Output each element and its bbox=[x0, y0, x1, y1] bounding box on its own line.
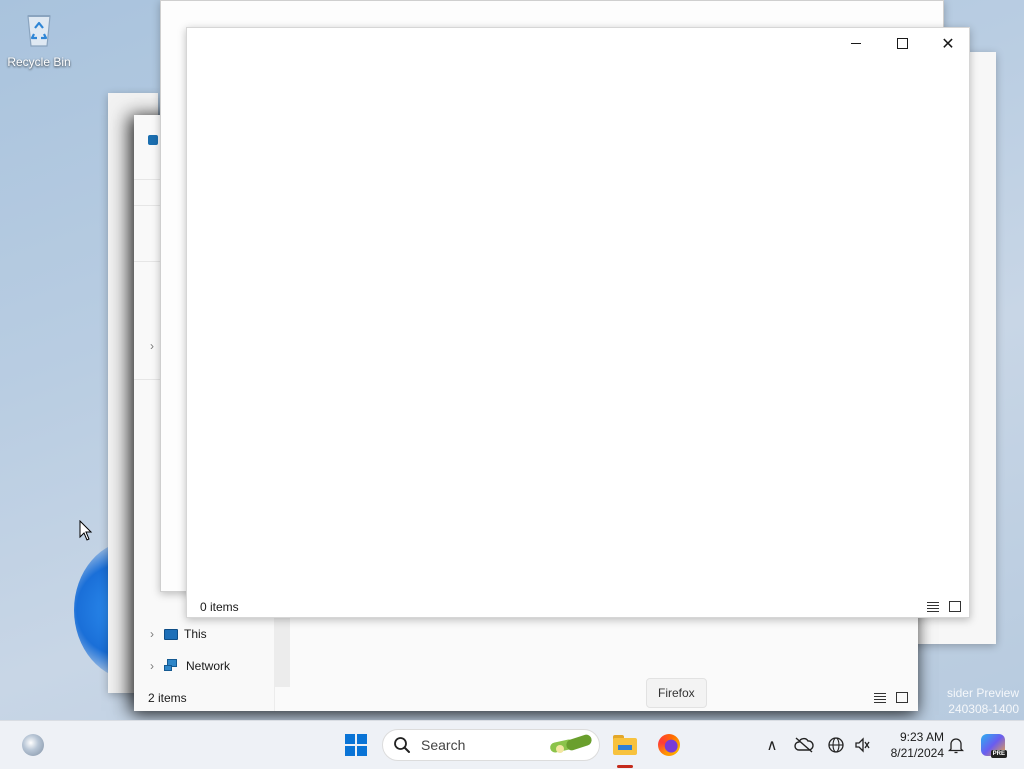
minimize-button[interactable] bbox=[833, 28, 879, 58]
copilot-icon: PRE bbox=[981, 734, 1007, 758]
details-view-icon[interactable] bbox=[927, 601, 939, 612]
close-icon: ✕ bbox=[941, 33, 955, 53]
recycle-bin-shortcut[interactable]: Recycle Bin bbox=[4, 8, 74, 69]
network-icon bbox=[164, 659, 180, 673]
maximize-button[interactable] bbox=[879, 28, 925, 58]
network-status-icon[interactable] bbox=[826, 735, 846, 755]
firefox-icon bbox=[658, 734, 680, 756]
show-hidden-icons-button[interactable]: ∧ bbox=[762, 735, 782, 755]
notifications-button[interactable] bbox=[946, 735, 966, 755]
firefox-tooltip: Firefox bbox=[646, 678, 707, 708]
start-button[interactable] bbox=[338, 727, 374, 763]
nav-item-label: This bbox=[184, 627, 207, 641]
view-toggle-group bbox=[927, 601, 961, 612]
chevron-right-icon[interactable]: › bbox=[146, 627, 158, 641]
file-explorer-icon bbox=[613, 735, 637, 755]
clock-time: 9:23 AM bbox=[899, 730, 944, 744]
scrollbar-thumb[interactable] bbox=[274, 615, 290, 687]
search-icon bbox=[394, 737, 410, 753]
bell-icon bbox=[948, 738, 964, 754]
volume-icon[interactable] bbox=[852, 735, 872, 755]
recycle-bin-label: Recycle Bin bbox=[7, 55, 71, 69]
build-watermark-line2: 240308-1400 bbox=[948, 702, 1019, 716]
recycle-bin-icon bbox=[27, 15, 51, 47]
search-highlight-icon bbox=[548, 733, 594, 755]
status-item-count: 0 items bbox=[200, 600, 239, 614]
nav-item-this-pc[interactable]: › This bbox=[146, 623, 207, 645]
system-clock[interactable]: 9:23 AM 8/21/2024 bbox=[878, 729, 944, 761]
large-icons-view-icon[interactable] bbox=[896, 692, 908, 703]
nav-item-label: Network bbox=[186, 659, 231, 673]
close-button[interactable]: ✕ bbox=[925, 28, 971, 58]
chevron-up-icon: ∧ bbox=[766, 736, 778, 754]
this-pc-icon bbox=[164, 628, 178, 640]
clock-date: 8/21/2024 bbox=[890, 746, 944, 760]
mouse-cursor-icon bbox=[79, 520, 93, 541]
build-watermark-line1: sider Preview bbox=[946, 686, 1019, 700]
taskbar: Search ∧ 9:23 AM 8/21/2024 PRE bbox=[0, 720, 1024, 769]
folder-small-icon bbox=[148, 135, 158, 145]
file-explorer-taskbar-button[interactable] bbox=[606, 727, 644, 763]
copilot-button[interactable]: PRE bbox=[978, 727, 1008, 763]
large-icons-view-icon[interactable] bbox=[949, 601, 961, 612]
details-view-icon[interactable] bbox=[874, 692, 886, 703]
chevron-right-icon[interactable]: › bbox=[146, 659, 158, 673]
nav-item-network[interactable]: › Network bbox=[146, 655, 230, 677]
file-explorer-window-front[interactable]: ✕ 0 items bbox=[186, 27, 970, 618]
maximize-icon bbox=[896, 37, 908, 49]
firefox-taskbar-button[interactable] bbox=[650, 727, 688, 763]
view-toggle-group bbox=[874, 692, 908, 703]
status-item-count: 2 items bbox=[148, 691, 187, 705]
minimize-icon bbox=[851, 42, 861, 44]
search-placeholder: Search bbox=[421, 737, 466, 753]
onedrive-icon[interactable] bbox=[794, 735, 814, 755]
windows-logo-icon bbox=[345, 734, 367, 756]
widgets-icon bbox=[22, 734, 44, 756]
chevron-right-icon[interactable]: › bbox=[146, 339, 158, 353]
tooltip-text: Firefox bbox=[658, 686, 695, 700]
widgets-button[interactable] bbox=[18, 727, 48, 763]
